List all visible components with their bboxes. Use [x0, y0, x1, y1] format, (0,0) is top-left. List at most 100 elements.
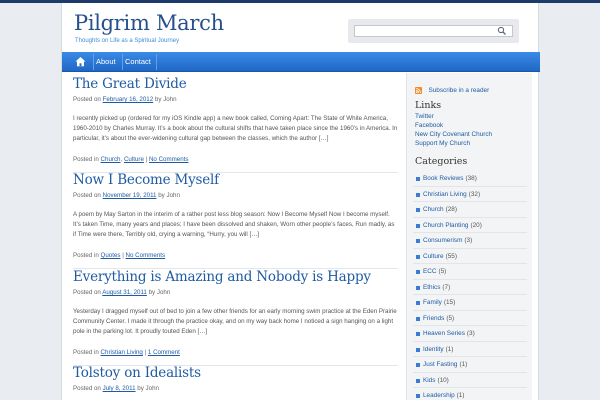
- meta-label: Posted on: [73, 289, 101, 296]
- post-title[interactable]: Everything is Amazing and Nobody is Happ…: [73, 269, 398, 285]
- home-icon[interactable]: [74, 55, 87, 68]
- category-item[interactable]: Ethics (7): [413, 280, 527, 295]
- post-author: John: [166, 192, 180, 199]
- sidebar-link-facebook[interactable]: Facebook: [415, 122, 443, 129]
- posted-in-label: Posted in: [73, 156, 99, 163]
- post-date-link[interactable]: July 8, 2011: [103, 385, 136, 392]
- comments-link[interactable]: No Comments: [149, 156, 189, 163]
- rss-icon: [415, 87, 422, 95]
- sidebar-link-church[interactable]: New City Covenant Church: [415, 131, 492, 138]
- sidebar-link-support[interactable]: Support My Church: [415, 140, 470, 147]
- author-label: by: [148, 289, 156, 296]
- post-author: John: [145, 385, 159, 392]
- bullet-icon: [416, 208, 420, 212]
- category-item[interactable]: Church (28): [413, 202, 527, 218]
- sidebar-link-twitter[interactable]: Twitter: [415, 113, 434, 120]
- post-title[interactable]: Tolstoy on Idealists: [73, 365, 398, 381]
- sidebar: Subscribe in a reader Links Twitter Face…: [406, 73, 532, 400]
- post-excerpt: Yesterday I dragged myself out of bed to…: [73, 308, 397, 335]
- bullet-icon: [416, 285, 420, 290]
- bullet-icon: [416, 394, 420, 398]
- post-item: The Great Divide Posted on February 16, …: [73, 76, 398, 173]
- bullet-icon: [416, 177, 420, 181]
- bullet-icon: [416, 223, 420, 228]
- category-item[interactable]: Family (15): [413, 295, 527, 311]
- author-label: by: [158, 192, 165, 199]
- category-item[interactable]: Identity (1): [413, 342, 527, 357]
- post-meta: Posted on July 8, 2011 by John: [73, 385, 398, 392]
- category-item[interactable]: Friends (5): [413, 311, 527, 326]
- bullet-icon: [416, 301, 420, 305]
- site-header: Pilgrim March Thoughts on Life as a Spir…: [62, 3, 540, 52]
- categories-heading: Categories: [415, 156, 468, 167]
- nav-item-about[interactable]: About: [96, 57, 116, 66]
- category-link[interactable]: Quotes: [101, 252, 121, 259]
- meta-label: Posted on: [73, 96, 101, 103]
- post-date-link[interactable]: February 16, 2012: [103, 96, 154, 103]
- page-container: Pilgrim March Thoughts on Life as a Spir…: [61, 3, 540, 400]
- search-input[interactable]: [354, 25, 513, 37]
- category-item[interactable]: Culture (55): [413, 249, 527, 264]
- bullet-icon: [416, 270, 420, 274]
- post-item: Tolstoy on Idealists Posted on July 8, 2…: [73, 365, 398, 392]
- bullet-icon: [416, 347, 420, 352]
- category-item[interactable]: Book Reviews (38): [413, 171, 527, 187]
- category-item[interactable]: Church Planting (20): [413, 218, 527, 233]
- site-tagline: Thoughts on Life as a Spiritual Journey: [75, 38, 180, 44]
- bullet-icon: [416, 254, 420, 259]
- post-meta: Posted on August 31, 2011 by John: [73, 289, 398, 296]
- category-item[interactable]: Christian Living (32): [413, 187, 527, 202]
- post-footer: Posted in Church, Culture | No Comments: [73, 156, 189, 163]
- post-author: John: [163, 96, 177, 103]
- bullet-icon: [416, 363, 420, 367]
- bullet-icon: [416, 192, 420, 197]
- category-list: Book Reviews (38) Christian Living (32) Ch…: [413, 171, 527, 400]
- post-footer: Posted in Christian Living | 1 Comment: [73, 349, 180, 356]
- post-author: John: [156, 289, 171, 296]
- category-item[interactable]: Just Fasting (1): [413, 357, 527, 373]
- bullet-icon: [416, 332, 420, 336]
- category-item[interactable]: Kids (10): [413, 373, 527, 388]
- search-icon[interactable]: [496, 25, 508, 37]
- post-item: Now I Become Myself Posted on November 1…: [73, 172, 398, 269]
- author-label: by: [137, 385, 144, 392]
- links-heading: Links: [415, 100, 442, 111]
- post-excerpt: I recently picked up (ordered for my iOS…: [73, 115, 398, 142]
- post-item: Everything is Amazing and Nobody is Happ…: [73, 269, 398, 366]
- search-box: [348, 19, 519, 43]
- category-link[interactable]: Christian Living: [101, 349, 143, 356]
- post-meta: Posted on February 16, 2012 by John: [73, 96, 398, 103]
- posted-in-label: Posted in: [73, 252, 99, 259]
- category-item[interactable]: Leadership (1): [413, 388, 527, 400]
- bullet-icon: [416, 316, 420, 321]
- rss-link[interactable]: Subscribe in a reader: [428, 87, 489, 94]
- nav-separator: [156, 54, 157, 70]
- posted-in-label: Posted in: [73, 349, 99, 356]
- nav-item-contact[interactable]: Contact: [125, 57, 151, 66]
- category-item[interactable]: Consumerism (3): [413, 233, 527, 249]
- category-item[interactable]: ECC (5): [413, 264, 527, 280]
- comments-link[interactable]: 1 Comment: [148, 349, 180, 356]
- post-footer: Posted in Quotes | No Comments: [73, 252, 166, 259]
- meta-label: Posted on: [73, 192, 101, 199]
- meta-label: Posted on: [73, 385, 101, 392]
- main-content: The Great Divide Posted on February 16, …: [62, 73, 405, 400]
- rss-subscribe[interactable]: Subscribe in a reader: [415, 82, 489, 100]
- post-date-link[interactable]: August 31, 2011: [102, 289, 147, 296]
- post-meta: Posted on November 19, 2011 by John: [73, 192, 398, 199]
- category-link[interactable]: Culture: [124, 156, 144, 163]
- nav-separator: [122, 54, 123, 70]
- post-excerpt: A poem by May Sarton in the interim of a…: [73, 211, 395, 238]
- bullet-icon: [416, 239, 420, 243]
- category-link[interactable]: Church: [101, 156, 121, 163]
- author-label: by: [154, 96, 162, 103]
- main-navigation: About Contact: [62, 52, 540, 72]
- bullet-icon: [416, 378, 420, 383]
- post-title[interactable]: The Great Divide: [73, 76, 398, 92]
- post-title[interactable]: Now I Become Myself: [73, 172, 398, 188]
- comments-link[interactable]: No Comments: [126, 252, 166, 259]
- category-item[interactable]: Heaven Series (3): [413, 326, 527, 342]
- nav-separator: [93, 54, 94, 70]
- site-title[interactable]: Pilgrim March: [74, 11, 224, 35]
- post-date-link[interactable]: November 19, 2011: [103, 192, 157, 199]
